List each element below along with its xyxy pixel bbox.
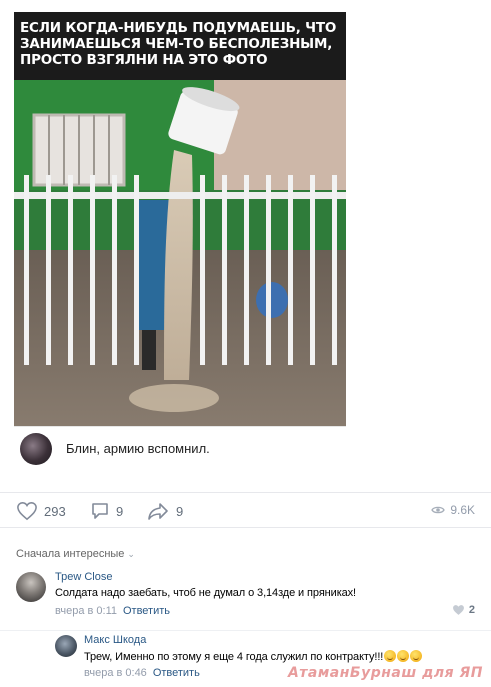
comment-text: Солдата надо заебать, чтоб не думал о 3,… bbox=[55, 587, 357, 599]
comment-meta: вчера в 0:11 Ответить bbox=[55, 605, 170, 617]
caption-line: ЗАНИМАЕШЬСЯ ЧЕМ-ТО БЕСПОЛЕЗНЫМ, bbox=[20, 36, 333, 52]
heart-icon bbox=[452, 605, 464, 615]
comment-author-link[interactable]: Макс Шкода bbox=[84, 634, 146, 646]
reply-button[interactable]: Ответить bbox=[153, 667, 200, 679]
views-counter: 9.6K bbox=[431, 503, 475, 517]
chevron-down-icon: ⌄ bbox=[127, 549, 135, 559]
shares-count: 9 bbox=[176, 503, 184, 519]
views-count: 9.6K bbox=[450, 503, 475, 517]
comment-text: Трew, Именно по этому я еще 4 года служи… bbox=[84, 650, 423, 663]
comments-sort-dropdown[interactable]: Сначала интересные ⌄ bbox=[16, 548, 135, 560]
comment-button[interactable]: 9 bbox=[90, 501, 123, 521]
comment-item: Трew Close Солдата надо заебать, чтоб не… bbox=[0, 570, 491, 620]
caption-line: ЕСЛИ КОГДА-НИБУДЬ ПОДУМАЕШЬ, ЧТО bbox=[20, 20, 337, 36]
sort-label: Сначала интересные bbox=[16, 548, 125, 560]
share-button[interactable]: 9 bbox=[146, 501, 183, 521]
comment-author-link[interactable]: Трew Close bbox=[55, 571, 112, 583]
comment-meta: вчера в 0:46 Ответить bbox=[84, 667, 200, 679]
embedded-comment-text: Блин, армию вспомнил. bbox=[66, 441, 210, 456]
eye-icon bbox=[431, 506, 446, 514]
avatar[interactable] bbox=[55, 635, 77, 657]
laughing-emoji-icon bbox=[410, 650, 423, 662]
share-icon bbox=[148, 503, 168, 520]
comment-time[interactable]: вчера в 0:46 bbox=[84, 667, 147, 679]
watermark: АтаманБурнаш для ЯП bbox=[287, 665, 483, 681]
comment-time[interactable]: вчера в 0:11 bbox=[55, 605, 117, 617]
image-embedded-comment: Блин, армию вспомнил. bbox=[14, 426, 346, 470]
laughing-emoji-icon bbox=[384, 650, 397, 662]
photo-fence-bucket bbox=[14, 80, 346, 438]
reply-button[interactable]: Ответить bbox=[123, 605, 170, 617]
avatar bbox=[20, 433, 52, 465]
image-caption: ЕСЛИ КОГДА-НИБУДЬ ПОДУМАЕШЬ, ЧТО ЗАНИМАЕ… bbox=[14, 12, 346, 80]
caption-line: ПРОСТО ВЗГЯЛНИ НА ЭТО ФОТО bbox=[20, 52, 268, 68]
comment-icon bbox=[92, 503, 108, 519]
likes-count: 293 bbox=[44, 503, 66, 519]
post-image[interactable]: ЕСЛИ КОГДА-НИБУДЬ ПОДУМАЕШЬ, ЧТО ЗАНИМАЕ… bbox=[14, 12, 346, 468]
comment-likes-count: 2 bbox=[468, 604, 475, 616]
like-button[interactable]: 293 bbox=[16, 501, 66, 521]
comment-text-content: Трew, Именно по этому я еще 4 года служи… bbox=[84, 651, 384, 663]
heart-icon bbox=[17, 502, 37, 521]
laughing-emoji-icon bbox=[397, 650, 410, 662]
avatar[interactable] bbox=[16, 572, 46, 602]
comments-count: 9 bbox=[116, 503, 124, 519]
post-actions-bar: 293 9 9 9.6K bbox=[0, 492, 491, 528]
comment-like-button[interactable]: 2 bbox=[452, 604, 475, 616]
